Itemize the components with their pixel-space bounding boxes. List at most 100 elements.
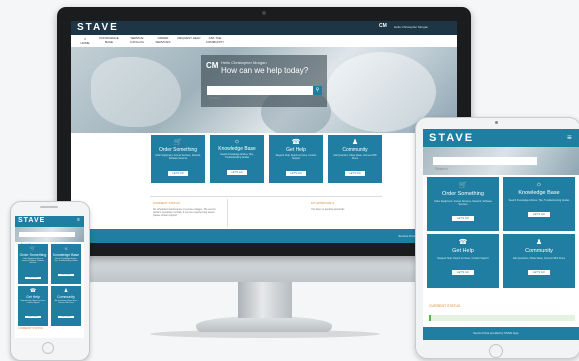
tile-description: Search Knowledge Articles, Tips, Trouble… (54, 258, 78, 263)
my-approvals-text: You have no pending approvals (311, 208, 345, 211)
tile-title: Community (342, 147, 368, 153)
tile-community[interactable]: ♟ Community Ask Questions, Share Ideas, … (51, 286, 81, 326)
tablet-camera (495, 121, 498, 124)
search-button[interactable]: ⚲ (313, 86, 322, 95)
tile-knowledge-base[interactable]: ☼ Knowledge Base Search Knowledge Articl… (503, 177, 575, 231)
monitor-foot (196, 316, 332, 332)
current-status-heading: CURRENT STATUS (18, 326, 44, 330)
tile-order-something[interactable]: 🛒 Order Something Order Equipment, Acces… (18, 244, 48, 284)
tile-button[interactable]: LET'S GO (58, 274, 74, 277)
tile-knowledge-base[interactable]: ☼ Knowledge Base Search Knowledge Articl… (210, 135, 264, 183)
tile-description: Order Equipment, Access Services, Networ… (21, 258, 45, 265)
current-status-text: No scheduled maintenance or service outa… (153, 208, 216, 218)
nav-request-help[interactable]: REQUEST HELP (177, 36, 201, 41)
user-name[interactable]: Hello Christopher Morgan (394, 25, 428, 29)
current-status-heading: CURRENT STATUS (429, 304, 461, 308)
stave-logo[interactable]: STAVE (18, 217, 45, 224)
user-initials[interactable]: CM (379, 23, 387, 29)
hamburger-menu-icon[interactable]: ≡ (77, 217, 80, 223)
tile-button[interactable]: LET'S GO (286, 170, 306, 176)
search-icon: ⚲ (315, 87, 320, 93)
tile-button[interactable]: LET'S GO (168, 170, 188, 176)
community-icon: ♟ (535, 239, 543, 246)
hero-search-panel: CM Hello Christopher Morgan How can we h… (201, 55, 327, 107)
tile-description: Request Help, Report an Issue, Contact S… (437, 257, 489, 260)
monitor-camera (262, 11, 266, 15)
cart-icon: 🛒 (29, 246, 37, 252)
tile-title: Community (525, 248, 553, 254)
stave-logo[interactable]: STAVE (77, 22, 119, 33)
nav-order-services[interactable]: ORDER SERVICES (151, 36, 175, 44)
lightbulb-icon: ☼ (63, 246, 69, 252)
tile-title: Order Something (19, 253, 47, 257)
tablet-screen: STAVE ≡ 🛒 Order Something Order Equipmen… (423, 129, 579, 340)
lightbulb-icon: ☼ (535, 181, 543, 188)
tile-button[interactable]: LET'S GO (227, 169, 247, 175)
nav-home[interactable]: ⌂ HOME (73, 37, 97, 45)
tile-title: Order Something (158, 147, 198, 153)
current-status-heading: CURRENT STATUS (153, 201, 180, 205)
monitor-stand (238, 282, 292, 318)
nav-service-catalog[interactable]: SERVICE CATALOG (125, 36, 149, 44)
headset-icon: ☎ (291, 139, 301, 146)
tile-title: Order Something (442, 191, 484, 197)
tile-button[interactable]: LET'S GO (25, 276, 41, 279)
tile-community[interactable]: ♟ Community Ask Questions, Share Ideas, … (503, 234, 575, 288)
tile-knowledge-base[interactable]: ☼ Knowledge Base Search Knowledge Articl… (51, 244, 81, 284)
tile-button[interactable]: LET'S GO (452, 270, 474, 275)
lightbulb-icon: ☼ (233, 138, 241, 145)
tile-title: Get Help (26, 295, 40, 299)
tile-button[interactable]: LET'S GO (452, 216, 474, 221)
tile-description: Ask Questions, Share Ideas, Connect With… (333, 155, 377, 160)
tile-order-something[interactable]: 🛒 Order Something Order Equipment, Acces… (427, 177, 499, 231)
hero-question: How can we help today? (221, 66, 309, 75)
tile-get-help[interactable]: ☎ Get Help Request Help, Report an Issue… (269, 135, 323, 183)
tile-button[interactable]: LET'S GO (345, 170, 365, 176)
tile-description: Request Help, Report an Issue, Contact S… (20, 300, 46, 305)
monitor-chin (57, 256, 471, 282)
tile-community[interactable]: ♟ Community Ask Questions, Share Ideas, … (328, 135, 382, 183)
search-input[interactable] (433, 164, 537, 173)
status-bar (429, 315, 575, 321)
hamburger-menu-icon[interactable]: ≡ (567, 133, 572, 142)
desktop-footer: Service Portal provided by STAVE Apps (71, 229, 457, 243)
phone-home-button (42, 342, 54, 354)
stave-logo[interactable]: STAVE (429, 132, 474, 144)
search-field[interactable] (19, 232, 75, 247)
phone-screen: STAVE ≡ 🛒 Order Something Order Equipmen… (15, 216, 84, 338)
community-icon: ♟ (63, 288, 69, 294)
community-icon: ♟ (351, 139, 359, 146)
desktop-screen: STAVE CM Hello Christopher Morgan ⌂ HOME … (71, 21, 457, 243)
search-field[interactable] (433, 157, 537, 173)
tile-description: Search Knowledge Articles, Tips, Trouble… (508, 199, 570, 202)
footer-text: Service Portal provided by STAVE Apps (473, 332, 519, 335)
tile-button[interactable]: LET'S GO (25, 316, 41, 319)
tile-title: Knowledge Base (52, 253, 80, 257)
search-input[interactable] (207, 93, 313, 103)
tablet-footer: Service Portal provided by STAVE Apps (423, 327, 579, 340)
tile-button[interactable]: LET'S GO (58, 316, 74, 319)
search-field[interactable] (207, 86, 313, 103)
section-divider (150, 196, 382, 197)
hero-image-shape (91, 57, 181, 127)
nav-knowledge-base[interactable]: KNOWLEDGE BASE (97, 36, 121, 44)
tile-description: Ask Questions, Share Ideas, Connect With… (512, 257, 566, 260)
tile-description: Ask Questions, Share Ideas, Connect With… (54, 300, 78, 305)
tile-get-help[interactable]: ☎ Get Help Request Help, Report an Issue… (18, 286, 48, 326)
headset-icon: ☎ (29, 288, 37, 294)
tile-description: Search Knowledge Articles, Tips, Trouble… (220, 154, 254, 159)
tile-button[interactable]: LET'S GO (528, 212, 550, 217)
tile-description: Order Equipment, Access Services, Networ… (434, 200, 492, 206)
hero-greeting: Hello Christopher Morgan (221, 60, 267, 65)
headset-icon: ☎ (458, 239, 468, 246)
tablet-header: STAVE ≡ (423, 129, 579, 147)
tile-button[interactable]: LET'S GO (528, 270, 550, 275)
tile-order-something[interactable]: 🛒 Order Something Order Equipment, Acces… (151, 135, 205, 183)
tile-title: Get Help (452, 248, 474, 254)
my-approvals-heading: MY APPROVALS (311, 201, 335, 205)
cart-icon: 🛒 (173, 139, 183, 146)
tile-title: Get Help (286, 147, 306, 153)
cart-icon: 🛒 (458, 182, 468, 189)
nav-ask-community[interactable]: ASK THE COMMUNITY (203, 36, 227, 44)
tile-get-help[interactable]: ☎ Get Help Request Help, Report an Issue… (427, 234, 499, 288)
